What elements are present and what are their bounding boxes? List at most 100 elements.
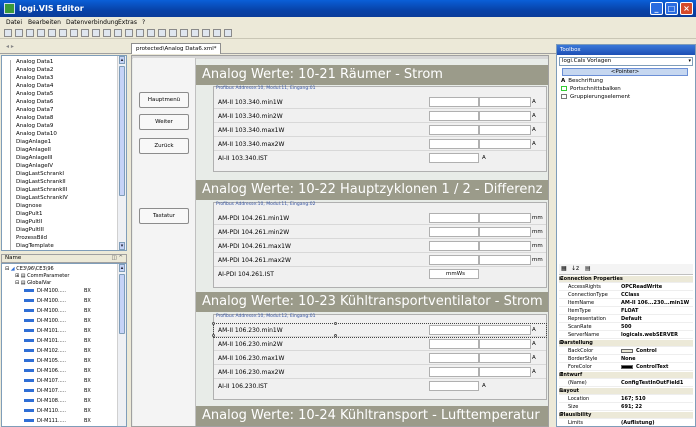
- limit-field[interactable]: [479, 353, 531, 363]
- limit-field[interactable]: [479, 325, 531, 335]
- toolbox-item-portschnittsbalken[interactable]: Portschnittsbalken: [561, 86, 621, 93]
- tree-item[interactable]: Analog Data6: [16, 99, 53, 106]
- variable-item[interactable]: DI-M101..... BX: [24, 338, 91, 345]
- close-button[interactable]: ×: [680, 2, 693, 15]
- toolbox-item-gruppierungselement[interactable]: Gruppierungselement: [561, 94, 630, 101]
- tree-item[interactable]: DiagLastSchrankIV: [16, 195, 68, 202]
- variable-item[interactable]: DI-M106..... BX: [24, 368, 91, 375]
- tree-scrollbar[interactable]: ▴ ▾: [117, 56, 126, 250]
- property-row[interactable]: BorderStyle None: [559, 356, 693, 363]
- property-value[interactable]: FLOAT: [621, 308, 638, 315]
- menu-extras[interactable]: Extras: [118, 18, 137, 27]
- property-value[interactable]: OPCReadWrite: [621, 284, 662, 291]
- value-field[interactable]: [429, 213, 479, 223]
- chevron-down-icon[interactable]: ▾: [688, 58, 691, 65]
- value-field[interactable]: [429, 339, 479, 349]
- property-row[interactable]: ConnectionType CClass: [559, 292, 693, 299]
- value-field[interactable]: [429, 325, 479, 335]
- grid-icon[interactable]: [92, 29, 100, 37]
- ist-field[interactable]: [429, 381, 479, 391]
- property-row[interactable]: Limits (Auflistung): [559, 420, 693, 426]
- variable-item[interactable]: DI-M107..... BX: [24, 378, 91, 385]
- property-value[interactable]: Default: [621, 316, 642, 323]
- property-value[interactable]: (Auflistung): [621, 420, 654, 426]
- undo-icon[interactable]: [70, 29, 78, 37]
- copy-icon[interactable]: [37, 29, 45, 37]
- project-tree[interactable]: Analog Data1 Analog Data2 Analog Data3 Anal…: [1, 55, 127, 251]
- property-value[interactable]: 691; 22: [621, 404, 642, 411]
- minimize-button[interactable]: _: [650, 2, 663, 15]
- property-value[interactable]: 500: [621, 324, 631, 331]
- align-center-icon[interactable]: [114, 29, 122, 37]
- align-middle-icon[interactable]: [147, 29, 155, 37]
- limit-field[interactable]: [479, 367, 531, 377]
- value-field[interactable]: [429, 125, 479, 135]
- property-category[interactable]: ⊟ Layout: [559, 388, 693, 395]
- property-value[interactable]: AM-II 106...230...min1W: [621, 300, 689, 307]
- design-surface[interactable]: Hauptmenü Weiter Zurück Tastatur Analog …: [131, 55, 549, 427]
- tree-item[interactable]: Analog Data5: [16, 91, 53, 98]
- variable-item[interactable]: DI-M108..... BX: [24, 398, 91, 405]
- scroll-thumb[interactable]: [119, 66, 125, 196]
- property-row[interactable]: Representation Default: [559, 316, 693, 323]
- tree-item[interactable]: DiagPultII: [16, 219, 42, 226]
- value-field[interactable]: [429, 227, 479, 237]
- value-field[interactable]: [429, 97, 479, 107]
- property-row[interactable]: (Name) ConfigTestInOutField1: [559, 380, 693, 387]
- tree-item[interactable]: Analog Data3: [16, 75, 53, 82]
- space-horizontal-icon[interactable]: [191, 29, 199, 37]
- tree-item[interactable]: DiagLastSchrankIII: [16, 187, 67, 194]
- resize-handle[interactable]: [334, 334, 337, 337]
- tree-item[interactable]: DiagPultIII: [16, 227, 44, 234]
- cut-icon[interactable]: [26, 29, 34, 37]
- tastatur-button[interactable]: Tastatur: [139, 208, 189, 224]
- alphabetical-icon[interactable]: ↓z: [571, 265, 579, 272]
- property-grid[interactable]: ⊟ Connection Properties AccessRights OPCRe…: [559, 276, 693, 426]
- limit-field[interactable]: [479, 227, 531, 237]
- value-field[interactable]: [429, 367, 479, 377]
- variable-item[interactable]: DI-M100..... BX: [24, 318, 91, 325]
- align-top-icon[interactable]: [136, 29, 144, 37]
- zurueck-button[interactable]: Zurück: [139, 138, 189, 154]
- property-row[interactable]: Size 691; 22: [559, 404, 693, 411]
- align-right-icon[interactable]: [125, 29, 133, 37]
- tree-item[interactable]: Analog Data4: [16, 83, 53, 90]
- property-row[interactable]: AccessRights OPCReadWrite: [559, 284, 693, 291]
- value-field[interactable]: [429, 111, 479, 121]
- tree-item[interactable]: DiagLastSchrankII: [16, 179, 66, 186]
- pin-icon[interactable]: ◫ ^: [111, 255, 123, 262]
- weiter-button[interactable]: Weiter: [139, 114, 189, 130]
- tab-scroll-arrows-icon[interactable]: ◂ ▸: [6, 43, 14, 50]
- value-field[interactable]: [429, 241, 479, 251]
- property-value[interactable]: CClass: [621, 292, 639, 299]
- limit-field[interactable]: [479, 111, 531, 121]
- property-row[interactable]: ItemType FLOAT: [559, 308, 693, 315]
- property-row[interactable]: ServerName logicals.webSERVER: [559, 332, 693, 339]
- limit-field[interactable]: [479, 339, 531, 349]
- scroll-down-icon[interactable]: ▾: [119, 242, 125, 250]
- property-category[interactable]: ⊟ Darstellung: [559, 340, 693, 347]
- value-field[interactable]: [429, 353, 479, 363]
- tree-item[interactable]: DiagAnlage1: [16, 139, 51, 146]
- property-category[interactable]: ⊟ Connection Properties: [559, 276, 693, 283]
- tree-item[interactable]: DiagAnlageIV: [16, 163, 53, 170]
- scroll-up-icon[interactable]: ▴: [119, 56, 125, 64]
- resize-handle[interactable]: [212, 322, 215, 325]
- variable-item[interactable]: DI-M102..... BX: [24, 348, 91, 355]
- variables-tree[interactable]: ⊟ ◢ CE3\96\CE3\96 ⊞ ▤ CommParameter ⊟ ▤ …: [1, 263, 127, 427]
- redo-icon[interactable]: [81, 29, 89, 37]
- value-field[interactable]: [429, 255, 479, 265]
- variable-item[interactable]: DI-M100..... BX: [24, 298, 91, 305]
- delete-icon[interactable]: [59, 29, 67, 37]
- bring-front-icon[interactable]: [213, 29, 221, 37]
- value-field[interactable]: [429, 139, 479, 149]
- tree-item[interactable]: Analog Data8: [16, 115, 53, 122]
- var-scroll-up-icon[interactable]: ▴: [119, 264, 125, 272]
- tree-item[interactable]: Diagnose: [16, 203, 42, 210]
- var-commparameter[interactable]: ⊞ ▤ CommParameter: [15, 273, 69, 280]
- send-back-icon[interactable]: [224, 29, 232, 37]
- menu-datenverbindung[interactable]: Datenverbindung: [66, 18, 118, 27]
- field-row-selected[interactable]: AM-II 106.230.min1W A: [212, 322, 547, 338]
- tree-item[interactable]: DiagLastSchrankI: [16, 171, 64, 178]
- property-category[interactable]: ⊟ Plausibility: [559, 412, 693, 419]
